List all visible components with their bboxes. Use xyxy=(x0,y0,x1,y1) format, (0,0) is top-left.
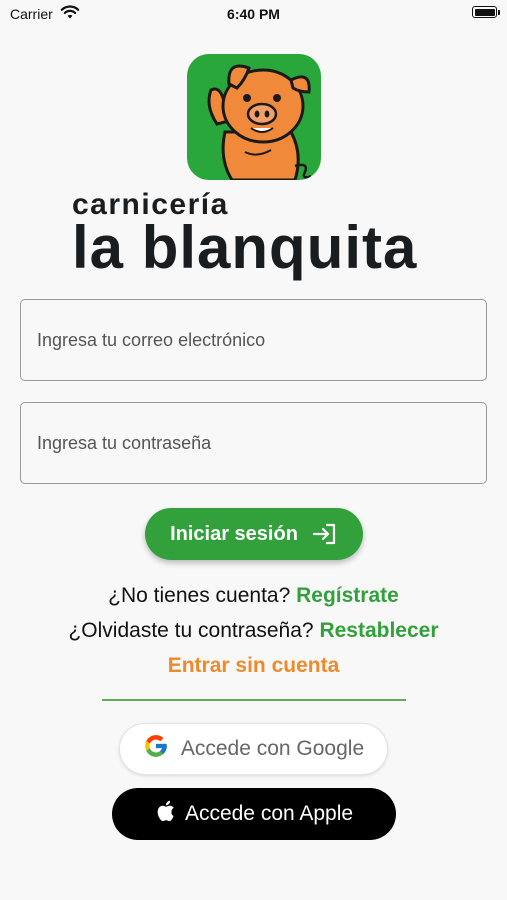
apple-button-label: Accede con Apple xyxy=(184,802,354,825)
guest-prompt: Entrar sin cuenta xyxy=(0,654,507,678)
google-icon xyxy=(143,733,169,765)
login-button-label: Iniciar sesión xyxy=(170,522,298,545)
battery-icon xyxy=(472,6,500,18)
password-input[interactable] xyxy=(35,403,472,483)
clock: 6:40 PM xyxy=(227,6,280,22)
divider xyxy=(102,699,406,701)
reset-password-link[interactable]: Restablecer xyxy=(319,619,438,642)
app-logo xyxy=(187,54,321,180)
forgot-password-prompt: ¿Olvidaste tu contraseña? Restablecer xyxy=(0,619,507,643)
brand-wordmark: carnicería la blanquita xyxy=(72,190,452,278)
login-button[interactable]: Iniciar sesión xyxy=(145,508,363,560)
brand-line-2: la blanquita xyxy=(72,214,418,281)
email-field[interactable] xyxy=(20,299,487,381)
pig-mascot-icon xyxy=(207,64,312,180)
apple-sign-in-button[interactable]: Accede con Apple xyxy=(112,788,396,840)
google-button-label: Accede con Google xyxy=(180,737,365,760)
password-field[interactable] xyxy=(20,402,487,484)
status-bar: Carrier 6:40 PM xyxy=(0,0,507,28)
google-sign-in-button[interactable]: Accede con Google xyxy=(119,723,388,775)
email-input[interactable] xyxy=(35,300,472,380)
no-account-text: ¿No tienes cuenta? xyxy=(108,584,291,607)
register-link[interactable]: Regístrate xyxy=(296,584,399,607)
login-arrow-icon xyxy=(312,522,338,546)
apple-icon xyxy=(155,799,175,829)
forgot-text: ¿Olvidaste tu contraseña? xyxy=(68,619,314,642)
guest-login-link[interactable]: Entrar sin cuenta xyxy=(168,654,340,677)
register-prompt: ¿No tienes cuenta? Regístrate xyxy=(0,584,507,608)
